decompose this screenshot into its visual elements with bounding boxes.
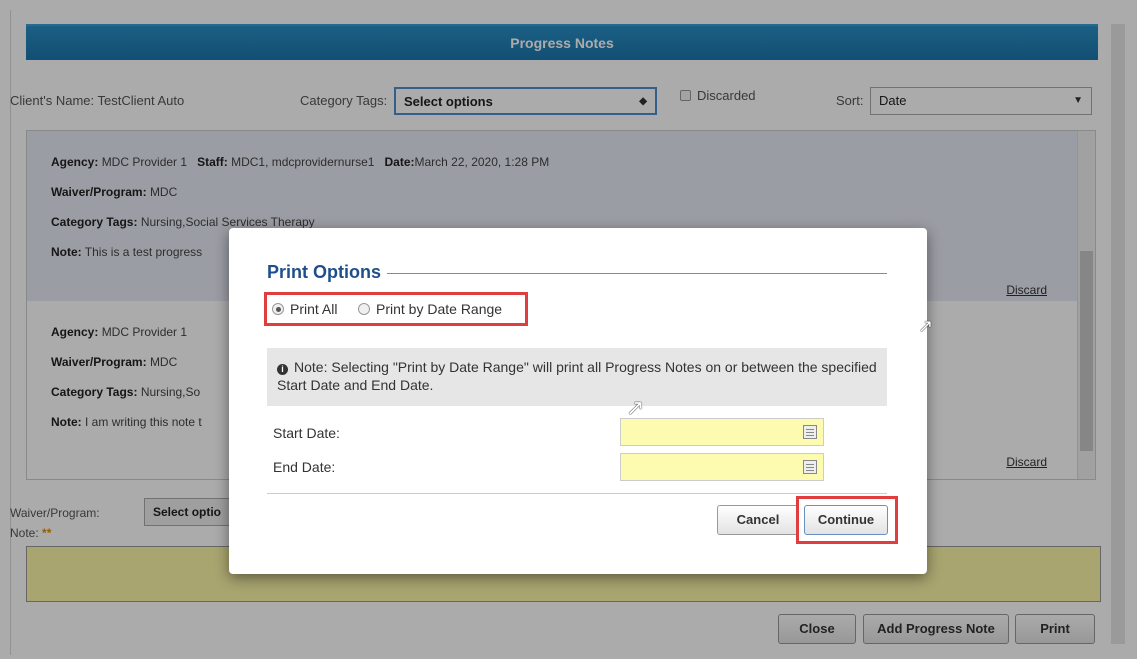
calendar-icon[interactable] <box>803 460 817 474</box>
cancel-button[interactable]: Cancel <box>717 505 799 535</box>
cursor-icon: ↗ <box>626 395 645 420</box>
print-mode-group: Print All Print by Date Range <box>264 292 528 326</box>
calendar-icon[interactable] <box>803 425 817 439</box>
continue-button[interactable]: Continue <box>804 505 888 535</box>
end-date-label: End Date: <box>273 459 336 475</box>
info-note: i Note: Selecting "Print by Date Range" w… <box>267 348 887 406</box>
dialog-title: Print Options <box>267 262 381 282</box>
print-all-radio[interactable]: Print All <box>272 301 337 317</box>
end-date-field[interactable] <box>620 453 824 481</box>
radio-icon <box>358 303 370 315</box>
start-date-field[interactable] <box>620 418 824 446</box>
print-options-dialog: Print Options Print All Print by Date Ra… <box>229 228 927 574</box>
divider <box>387 273 887 274</box>
start-date-label: Start Date: <box>273 425 340 441</box>
radio-selected-icon <box>272 303 284 315</box>
print-by-date-range-radio[interactable]: Print by Date Range <box>358 301 502 317</box>
divider <box>267 493 887 494</box>
info-icon: i <box>277 364 288 375</box>
cursor-icon: ↗ <box>918 316 934 336</box>
